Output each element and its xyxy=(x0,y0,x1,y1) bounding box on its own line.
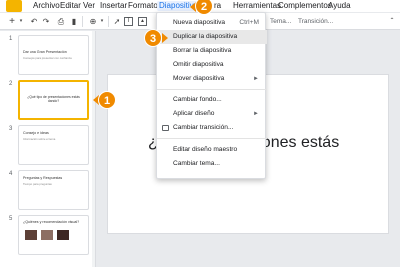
slide-thumbnail-4[interactable]: Preguntas y Respuestas Tiempo para pregu… xyxy=(18,170,89,210)
theme-button[interactable]: Tema... xyxy=(270,16,291,27)
slide-thumbnail-5[interactable]: ¿Quiénes y recomendación visual? xyxy=(18,215,89,255)
slide-thumbnail-2[interactable]: ¿Qué tipo de presentaciones estás dando? xyxy=(18,80,89,120)
thumb-subtitle: Consejos para presentar con confianza xyxy=(23,56,72,60)
toolbar-divider xyxy=(108,16,109,27)
slide-number: 3 xyxy=(9,126,13,132)
transition-button[interactable]: Transición... xyxy=(298,16,333,27)
transition-icon xyxy=(162,125,169,131)
slides-logo-icon xyxy=(6,0,22,12)
menu-item-new-slide[interactable]: Nueva diapositiva Ctrl+M xyxy=(157,16,267,30)
toolbar-divider xyxy=(82,16,83,27)
slide-number: 2 xyxy=(9,81,13,87)
menu-ver[interactable]: Ver xyxy=(83,1,95,11)
slide-thumbnail-1[interactable]: Dar una Gran Presentación Consejos para … xyxy=(18,35,89,75)
menu-separator xyxy=(157,89,267,90)
thumb-photo xyxy=(41,230,53,240)
submenu-arrow-icon: ► xyxy=(253,111,259,117)
callout-step-3: 3 xyxy=(144,29,162,47)
callout-pointer xyxy=(162,33,168,43)
thumb-photo xyxy=(57,230,69,240)
thumb-title: Dar una Gran Presentación xyxy=(23,50,67,54)
submenu-arrow-icon: ► xyxy=(253,76,259,82)
menu-item-apply-layout[interactable]: Aplicar diseño ► xyxy=(157,107,267,121)
paint-format-icon[interactable]: ▮ xyxy=(70,16,78,27)
thumb-title: ¿Qué tipo de presentaciones estás dando? xyxy=(27,95,80,103)
thumb-title: Preguntas y Respuestas xyxy=(23,176,63,180)
menu-item-delete-slide[interactable]: Borrar la diapositiva xyxy=(157,44,267,58)
slide-dropdown-menu: Nueva diapositiva Ctrl+M Duplicar la dia… xyxy=(156,12,267,179)
thumb-title: Consejo e ideas xyxy=(23,131,49,135)
menu-ayuda[interactable]: Ayuda xyxy=(328,1,351,11)
menu-formato[interactable]: Formato xyxy=(128,1,158,11)
menu-complementos[interactable]: Complementos xyxy=(278,1,332,11)
zoom-dropdown-icon[interactable]: ▾ xyxy=(99,16,105,27)
slide-number: 4 xyxy=(9,171,13,177)
undo-icon[interactable]: ↶ xyxy=(30,16,38,27)
menu-item-edit-master[interactable]: Editar diseño maestro xyxy=(157,143,267,157)
menu-item-change-background[interactable]: Cambiar fondo... xyxy=(157,93,267,107)
thumb-subtitle: Información sobre el tema xyxy=(23,137,56,141)
add-dropdown-icon[interactable]: ▾ xyxy=(18,16,24,27)
menu-item-duplicate-slide[interactable]: Duplicar la diapositiva xyxy=(157,30,267,44)
thumb-photo xyxy=(25,230,37,240)
slide-thumbnail-3[interactable]: Consejo e ideas Información sobre el tem… xyxy=(18,125,89,165)
collapse-toolbar-icon[interactable]: ⌃ xyxy=(388,16,396,27)
menu-organizar-partial[interactable]: ra xyxy=(214,1,221,11)
thumb-title: ¿Quiénes y recomendación visual? xyxy=(23,220,80,224)
menu-herramientas[interactable]: Herramientas xyxy=(233,1,281,11)
menu-item-change-theme[interactable]: Cambiar tema... xyxy=(157,157,267,171)
text-box-icon[interactable]: T xyxy=(124,17,133,26)
image-icon[interactable]: ▲ xyxy=(138,17,147,26)
menu-insertar[interactable]: Insertar xyxy=(100,1,127,11)
redo-icon[interactable]: ↷ xyxy=(42,16,50,27)
filmstrip-scrollbar[interactable] xyxy=(92,31,95,267)
zoom-icon[interactable]: ⊕ xyxy=(88,16,98,27)
menu-item-move-slide[interactable]: Mover diapositiva ► xyxy=(157,72,267,86)
filmstrip: 1 Dar una Gran Presentación Consejos par… xyxy=(0,31,96,267)
slide-number: 5 xyxy=(9,216,13,222)
add-slide-button[interactable]: + xyxy=(8,16,16,27)
select-cursor-icon[interactable]: ➚ xyxy=(113,16,121,27)
menu-item-change-transition[interactable]: Cambiar transición... xyxy=(157,121,267,135)
menu-archivo[interactable]: Archivo xyxy=(33,1,60,11)
menu-separator xyxy=(157,138,267,139)
thumb-subtitle: Tiempo para preguntas xyxy=(23,182,52,186)
print-icon[interactable]: ⎙ xyxy=(56,16,66,27)
menu-editar[interactable]: Editar xyxy=(60,1,81,11)
slide-number: 1 xyxy=(9,36,13,42)
callout-step-1: 1 xyxy=(98,91,116,109)
menu-item-skip-slide[interactable]: Omitir diapositiva xyxy=(157,58,267,72)
